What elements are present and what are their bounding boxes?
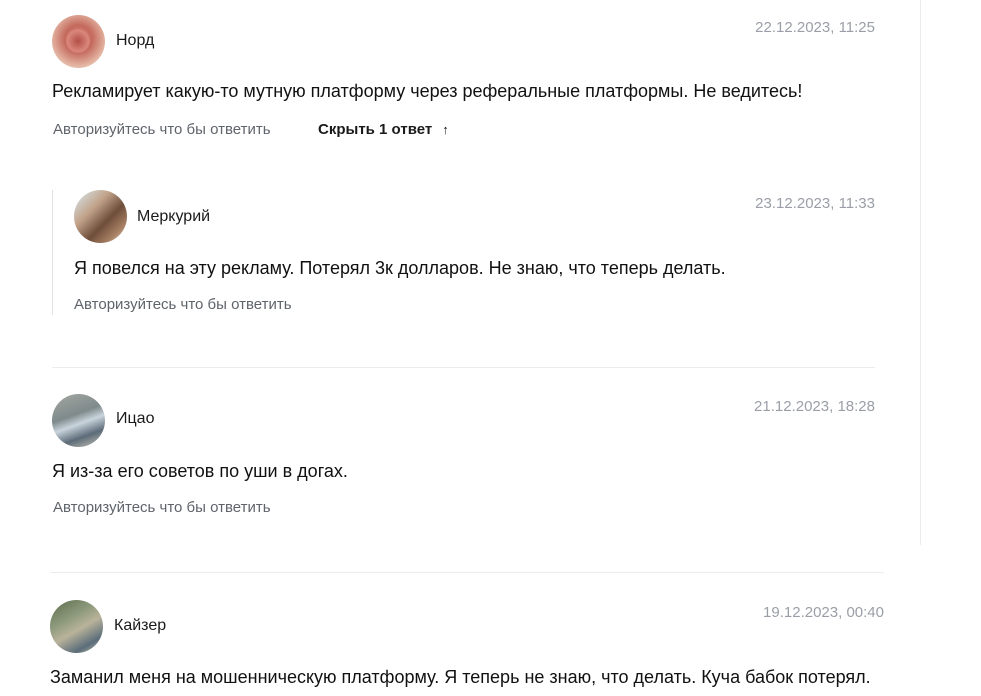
- reply-login-link[interactable]: Авторизуйтесь что бы ответить: [53, 499, 271, 516]
- comments-page: Норд 22.12.2023, 11:25 Рекламирует какую…: [0, 0, 981, 696]
- reply-login-link[interactable]: Авторизуйтесь что бы ответить: [74, 296, 292, 313]
- comment-date: 21.12.2023, 18:28: [754, 398, 875, 415]
- user-avatar[interactable]: [50, 600, 103, 653]
- user-avatar[interactable]: [52, 15, 105, 68]
- comment-author[interactable]: Кайзер: [114, 617, 166, 635]
- hide-replies-label: Скрыть 1 ответ: [318, 121, 433, 138]
- content-border: [920, 0, 921, 545]
- comment-author[interactable]: Норд: [116, 32, 154, 50]
- reply-thread-line: [52, 190, 53, 315]
- user-avatar[interactable]: [52, 394, 105, 447]
- hide-replies-button[interactable]: Скрыть 1 ответ ↑: [318, 121, 449, 138]
- comment-text: Я из-за его советов по уши в догах.: [52, 461, 348, 481]
- arrow-up-icon: ↑: [442, 122, 449, 137]
- comment-text: Заманил меня на мошенническую платформу.…: [50, 667, 871, 687]
- user-avatar[interactable]: [74, 190, 127, 243]
- comment-divider: [52, 367, 875, 368]
- comment-text: Рекламирует какую-то мутную платформу че…: [52, 81, 803, 101]
- comment-date: 19.12.2023, 00:40: [763, 604, 884, 621]
- comment-date: 23.12.2023, 11:33: [755, 195, 875, 212]
- comment-date: 22.12.2023, 11:25: [755, 19, 875, 36]
- reply-login-link[interactable]: Авторизуйтесь что бы ответить: [53, 121, 271, 138]
- comment-author[interactable]: Меркурий: [137, 208, 210, 226]
- comment-author[interactable]: Ицао: [116, 410, 154, 428]
- comment-divider: [50, 572, 884, 573]
- comment-text: Я повелся на эту рекламу. Потерял 3к дол…: [74, 258, 726, 278]
